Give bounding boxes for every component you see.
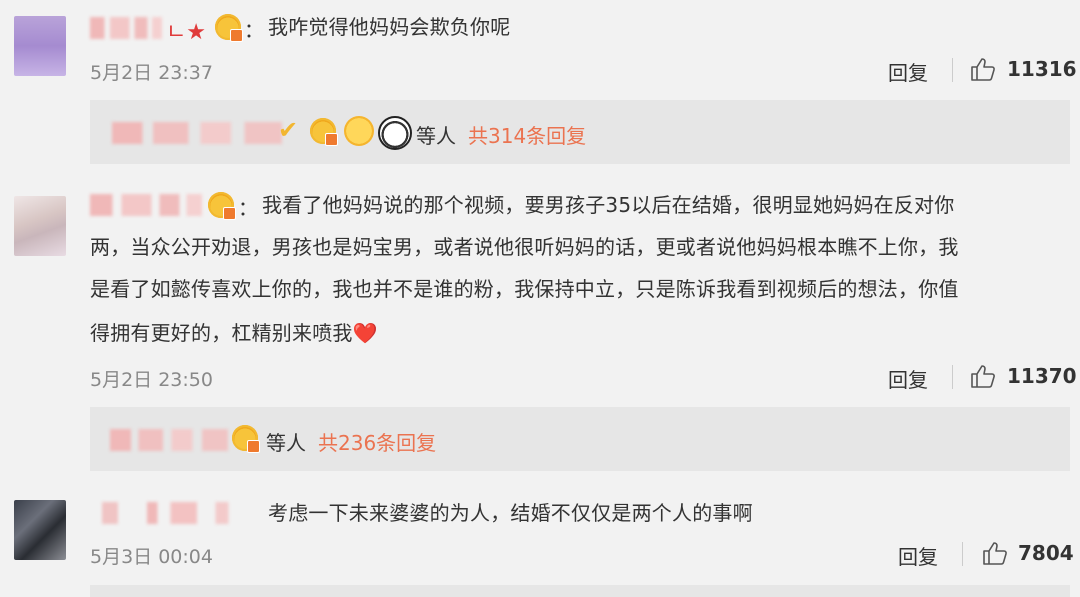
- like-count: 11370: [1007, 364, 1077, 388]
- like-count: 11316: [1007, 57, 1077, 81]
- vip-crown-icon: [215, 14, 243, 42]
- avatar[interactable]: [14, 196, 66, 256]
- like-count: 7804: [1018, 541, 1074, 565]
- comment-text-line-3: 是看了如懿传喜欢上你的，我也并不是谁的粉，我保持中立，只是陈诉我看到视频后的想法…: [90, 277, 959, 301]
- comment-text-line-1: 我看了他妈妈说的那个视频，要男孩子35以后在结婚，很明显她妈妈在反对你: [262, 193, 955, 217]
- others-label: 等人: [266, 431, 306, 455]
- thumbs-up-icon[interactable]: [970, 364, 996, 388]
- username[interactable]: [90, 194, 202, 216]
- replies-preview[interactable]: ✔ 等人 共314条回复: [90, 100, 1070, 164]
- divider: [962, 542, 963, 566]
- thumbs-up-icon[interactable]: [982, 541, 1008, 565]
- replies-preview[interactable]: 等人 共236条回复: [90, 407, 1070, 471]
- comment-time: 5月2日 23:37: [90, 62, 213, 84]
- comment-text-line-2: 两，当众公开劝退，男孩也是妈宝男，或者说他很听妈妈的话，更或者说他妈妈根本瞧不上…: [90, 235, 959, 259]
- replies-preview-partial: [90, 585, 1070, 597]
- comment-time: 5月3日 00:04: [90, 546, 213, 568]
- thumbs-up-icon[interactable]: [970, 57, 996, 81]
- colon: ：: [244, 18, 264, 42]
- comment-text: 考虑一下未来婆婆的为人，结婚不仅仅是两个人的事啊: [268, 501, 753, 525]
- colon: ：: [238, 196, 258, 220]
- comment-text: 我咋觉得他妈妈会欺负你呢: [268, 15, 511, 39]
- panda-icon: [378, 116, 412, 150]
- comment-time: 5月2日 23:50: [90, 369, 213, 391]
- username[interactable]: [90, 17, 162, 39]
- username-suffix: ㄴ★: [166, 20, 206, 45]
- reply-user-names: [112, 122, 282, 144]
- vip-crown-icon: [310, 118, 338, 146]
- divider: [952, 365, 953, 389]
- vip-crown-icon: [232, 425, 260, 453]
- reply-button[interactable]: 回复: [888, 364, 928, 393]
- avatar[interactable]: [14, 16, 66, 76]
- comment-text-line-4: 得拥有更好的，杠精别来喷我❤️: [90, 321, 378, 345]
- others-label: 等人: [416, 124, 456, 148]
- divider: [952, 58, 953, 82]
- username[interactable]: [102, 502, 234, 524]
- vip-crown-icon: [208, 192, 236, 220]
- reply-button[interactable]: 回复: [898, 541, 938, 570]
- sunglasses-emoji-icon: [344, 116, 374, 146]
- avatar[interactable]: [14, 500, 66, 560]
- reply-count-link[interactable]: 共236条回复: [318, 427, 436, 456]
- check-icon: ✔: [278, 116, 299, 144]
- reply-count-link[interactable]: 共314条回复: [468, 120, 586, 149]
- reply-button[interactable]: 回复: [888, 57, 928, 86]
- reply-user-names: [110, 429, 228, 451]
